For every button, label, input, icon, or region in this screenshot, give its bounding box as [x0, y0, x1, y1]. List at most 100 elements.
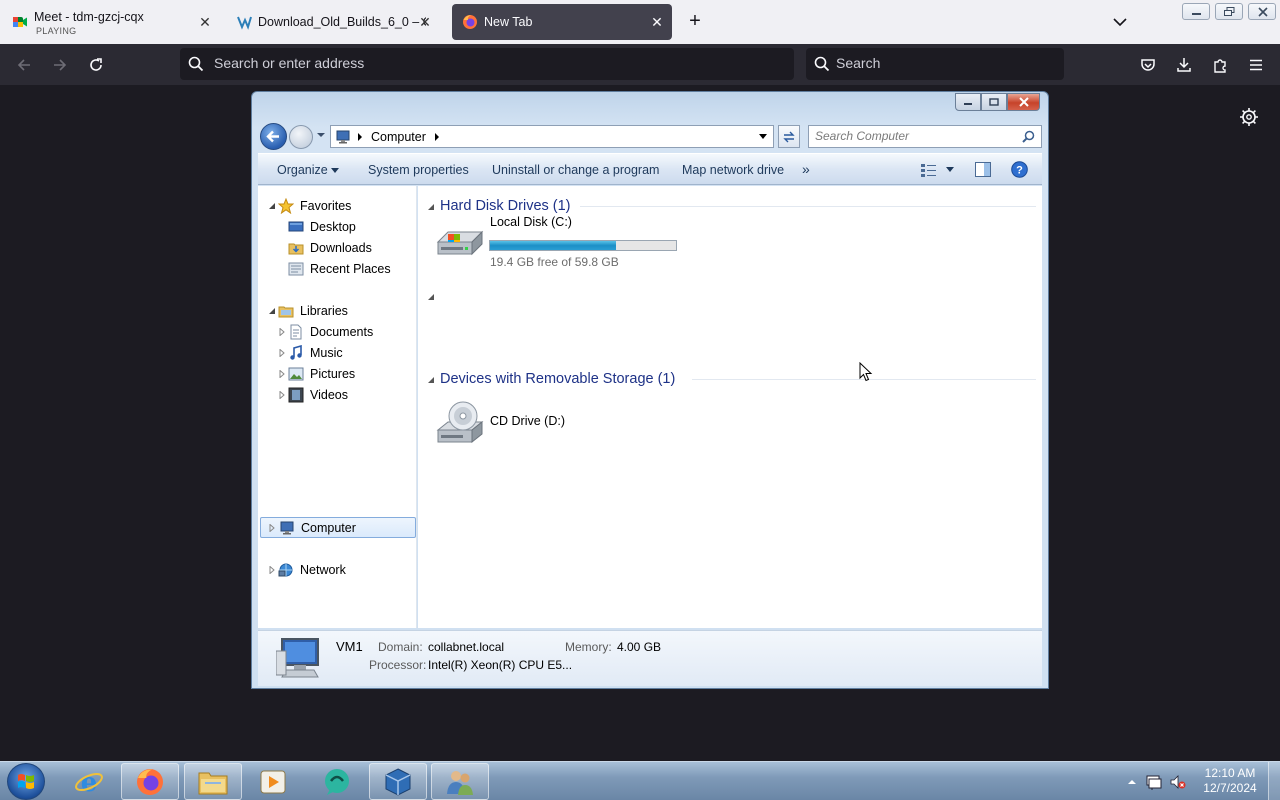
chevron-down-icon[interactable]: [759, 134, 767, 140]
taskbar-virtualbox[interactable]: [369, 763, 427, 800]
media-player-icon: [260, 770, 286, 793]
nav-network-label: Network: [300, 563, 346, 577]
firefox-icon: [137, 768, 163, 795]
web-search-input[interactable]: [836, 55, 1046, 71]
forward-icon[interactable]: [48, 53, 72, 77]
breadcrumb-computer[interactable]: Computer: [371, 130, 426, 144]
close-tab-icon[interactable]: ✕: [196, 13, 214, 31]
start-button[interactable]: [7, 763, 45, 800]
nav-pictures[interactable]: Pictures: [288, 364, 355, 384]
taskbar-internet-explorer[interactable]: e: [60, 763, 118, 800]
minimize-button[interactable]: [955, 93, 981, 111]
nav-computer[interactable]: Computer: [260, 517, 416, 538]
browser-close-button[interactable]: [1248, 3, 1276, 20]
extensions-icon[interactable]: [1208, 53, 1232, 77]
chevron-down-icon[interactable]: [1110, 13, 1130, 31]
new-tab-button[interactable]: +: [684, 11, 706, 33]
browser-minimize-button[interactable]: [1182, 3, 1210, 20]
chevron-down-icon[interactable]: [316, 130, 326, 140]
nav-documents[interactable]: Documents: [288, 322, 373, 342]
group-header-removable-storage[interactable]: Devices with Removable Storage (1): [440, 369, 675, 389]
explorer-search-input[interactable]: [815, 129, 1015, 143]
chevron-right-icon[interactable]: [357, 132, 363, 141]
nav-network[interactable]: Network: [278, 560, 346, 580]
taskbar-users[interactable]: [431, 763, 489, 800]
expand-icon[interactable]: [278, 370, 286, 378]
breadcrumb[interactable]: Computer: [330, 125, 774, 148]
map-network-drive-button[interactable]: Map network drive: [682, 163, 784, 177]
url-input[interactable]: [214, 55, 774, 71]
expand-icon[interactable]: [278, 349, 286, 357]
group-collapse-icon[interactable]: [427, 293, 435, 301]
system-clock[interactable]: 12:10 AM 12/7/2024: [1196, 766, 1264, 796]
explorer-forward-button[interactable]: [289, 125, 313, 149]
system-properties-button[interactable]: System properties: [368, 163, 469, 177]
navigation-pane: Favorites Desktop Downloads Recent Place…: [258, 186, 417, 628]
nav-recent-places[interactable]: Recent Places: [288, 259, 391, 279]
show-desktop-button[interactable]: [1268, 762, 1280, 800]
gear-icon[interactable]: [1238, 106, 1260, 128]
nav-desktop[interactable]: Desktop: [288, 217, 356, 237]
domain-label: Domain:: [378, 640, 423, 654]
menu-icon[interactable]: [1244, 53, 1268, 77]
windows-logo-icon: [18, 774, 34, 789]
refresh-button[interactable]: [778, 125, 800, 148]
internet-explorer-icon: e: [75, 768, 103, 797]
expand-icon[interactable]: [278, 328, 286, 336]
tab-download-old-builds[interactable]: Download_Old_Builds_6_0 – Ora ✕: [226, 4, 440, 40]
nav-music[interactable]: Music: [288, 343, 343, 363]
close-button[interactable]: [1007, 93, 1040, 111]
chevron-right-icon[interactable]: [434, 132, 440, 141]
group-collapse-icon[interactable]: [427, 376, 435, 384]
explorer-search-box[interactable]: [808, 125, 1042, 148]
browser-restore-button[interactable]: [1215, 3, 1243, 20]
nav-favorites[interactable]: Favorites: [278, 196, 351, 216]
window-controls: [955, 93, 1040, 111]
svg-text:e: e: [81, 768, 98, 797]
nav-libraries[interactable]: Libraries: [278, 301, 348, 321]
taskbar-firefox[interactable]: [121, 763, 179, 800]
expand-icon[interactable]: [268, 566, 276, 574]
local-disk-c-name: Local Disk (C:): [490, 215, 572, 229]
tab-meet[interactable]: Meet - tdm-gzcj-cqx PLAYING ✕: [4, 4, 220, 40]
action-center-icon[interactable]: [1146, 774, 1162, 790]
group-collapse-icon[interactable]: [427, 203, 435, 211]
close-tab-icon[interactable]: ✕: [416, 13, 434, 31]
close-tab-icon[interactable]: ✕: [648, 13, 666, 31]
preview-pane-icon[interactable]: [975, 162, 991, 177]
group-header-hard-disk-drives[interactable]: Hard Disk Drives (1): [440, 196, 571, 216]
computer-icon: [280, 521, 294, 534]
chevron-down-icon[interactable]: [946, 167, 954, 173]
processor-label: Processor:: [369, 658, 427, 672]
uninstall-program-button[interactable]: Uninstall or change a program: [492, 163, 659, 177]
taskbar-media-player[interactable]: [244, 763, 302, 800]
expand-collapse-icon[interactable]: [268, 202, 276, 210]
videos-icon: [288, 387, 304, 403]
organize-button[interactable]: Organize: [277, 163, 340, 177]
help-icon[interactable]: ?: [1011, 161, 1028, 178]
downloads-icon[interactable]: [1172, 53, 1196, 77]
view-options-icon[interactable]: [921, 163, 937, 177]
expand-icon[interactable]: [268, 524, 276, 532]
nav-downloads[interactable]: Downloads: [288, 238, 372, 258]
pocket-icon[interactable]: [1136, 53, 1160, 77]
back-icon[interactable]: [12, 53, 36, 77]
reload-icon[interactable]: [84, 53, 108, 77]
nav-videos[interactable]: Videos: [288, 385, 348, 405]
explorer-back-button[interactable]: [260, 123, 287, 150]
maximize-button[interactable]: [981, 93, 1007, 111]
taskbar-file-explorer[interactable]: [184, 763, 242, 800]
expand-icon[interactable]: [278, 391, 286, 399]
expand-collapse-icon[interactable]: [268, 307, 276, 315]
taskbar-feedback-app[interactable]: [308, 763, 366, 800]
more-commands-button[interactable]: »: [802, 161, 810, 177]
nav-downloads-label: Downloads: [310, 241, 372, 255]
tab-new-tab[interactable]: New Tab ✕: [452, 4, 672, 40]
web-search-box[interactable]: [806, 48, 1064, 80]
command-bar: Organize System properties Uninstall or …: [258, 153, 1042, 185]
search-icon[interactable]: [1022, 130, 1035, 143]
address-bar[interactable]: [180, 48, 794, 80]
search-icon: [188, 56, 204, 72]
show-hidden-icons-icon[interactable]: [1124, 774, 1140, 790]
volume-muted-icon[interactable]: [1170, 774, 1186, 790]
